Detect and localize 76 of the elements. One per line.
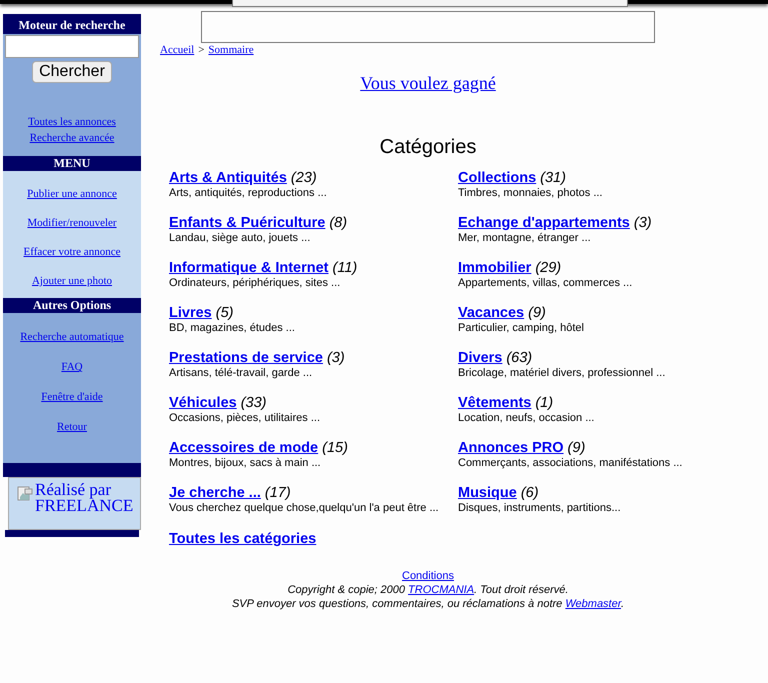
breadcrumb-separator: > — [198, 44, 204, 56]
category-description: Bricolage, matériel divers, professionnel ... — [458, 366, 666, 380]
category-link[interactable]: Vêtements — [458, 395, 532, 411]
sidebar-link[interactable]: Modifier/renouveler — [27, 217, 117, 229]
category-link[interactable]: Informatique & Internet — [169, 260, 329, 276]
category-count: (9) — [568, 440, 586, 456]
category-link[interactable]: Annonces PRO — [458, 440, 564, 456]
category-count: (1) — [535, 395, 554, 411]
section-header: MENU — [3, 156, 141, 171]
category-count: (9) — [528, 305, 546, 321]
sidebar-link[interactable]: Recherche avancée — [30, 132, 114, 144]
promo-link[interactable]: Vous voulez gagné — [360, 73, 496, 93]
category-link[interactable]: Livres — [169, 305, 212, 321]
category-description: Artisans, télé-travail, garde ... — [169, 366, 314, 380]
category-count: (17) — [264, 485, 291, 501]
copyright-text: Copyright & copie; 2000 TROCMANIA. Tout droit réservé. — [288, 583, 568, 597]
category-description: Disques, instruments, partitions... — [458, 501, 622, 515]
category-count: (31) — [540, 170, 566, 186]
category-description: Montres, bijoux, sacs à main ... — [169, 456, 322, 470]
sidebar-link[interactable]: Fenêtre d'aide — [41, 391, 103, 403]
category-link[interactable]: Immobilier — [458, 260, 532, 276]
category-count: (3) — [634, 215, 652, 231]
category-description: Timbres, monnaies, photos ... — [458, 186, 604, 200]
category-description: Appartements, villas, commerces ... — [458, 276, 634, 290]
category-link[interactable]: Prestations de service — [169, 350, 323, 366]
sidebar-link[interactable]: Toutes les annonces — [28, 116, 116, 128]
category-description: Arts, antiquités, reproductions ... — [169, 186, 328, 200]
category-link[interactable]: Véhicules — [169, 395, 237, 411]
category-count: (23) — [290, 170, 317, 186]
category-link[interactable]: Musique — [458, 485, 517, 501]
site-link[interactable]: TROCMANIA — [408, 584, 474, 596]
search-button[interactable]: Chercher — [32, 61, 112, 83]
section-header: Moteur de recherche — [3, 14, 141, 34]
sidebar-link[interactable]: Ajouter une photo — [32, 275, 112, 287]
category-count: (33) — [240, 395, 266, 411]
category-link[interactable]: Je cherche ... — [169, 485, 261, 501]
breadcrumb-link[interactable]: Accueil — [160, 44, 194, 56]
broken-image-icon — [17, 486, 33, 502]
category-description: Occasions, pièces, utilitaires ... — [169, 411, 322, 425]
conditions-link[interactable]: Conditions — [402, 569, 454, 583]
category-count: (8) — [329, 215, 348, 231]
category-count: (63) — [506, 350, 532, 366]
category-count: (15) — [322, 440, 348, 456]
category-link[interactable]: Vacances — [458, 305, 524, 321]
webmaster-link[interactable]: Webmaster — [565, 598, 621, 610]
category-description: Landau, siège auto, jouets ... — [169, 231, 312, 245]
category-description: Vous cherchez quelque chose,quelqu'un l'a peut être ... — [169, 501, 440, 515]
category-description: BD, magazines, études ... — [169, 321, 296, 335]
category-link[interactable]: Arts & Antiquités — [169, 170, 287, 186]
breadcrumb-link[interactable]: Sommaire — [208, 44, 254, 56]
sidebar-link[interactable]: Effacer votre annonce — [24, 246, 120, 258]
section-header: Autres Options — [3, 298, 141, 313]
category-count: (29) — [535, 260, 562, 276]
category-description: Location, neufs, occasion ... — [458, 411, 596, 425]
sidebar-link[interactable]: Retour — [57, 421, 87, 433]
category-link[interactable]: Accessoires de mode — [169, 440, 318, 456]
all-categories-link[interactable]: Toutes les catégories — [169, 531, 316, 547]
section-title: Catégories — [380, 136, 476, 159]
sidebar-link[interactable]: Recherche automatique — [20, 331, 124, 343]
category-count: (11) — [332, 260, 358, 276]
sidebar-link[interactable]: Publier une annonce — [27, 188, 117, 200]
category-description: Particulier, camping, hôtel — [458, 321, 585, 335]
search-field[interactable] — [5, 35, 139, 58]
category-link[interactable]: Collections — [458, 170, 536, 186]
category-count: (5) — [216, 305, 234, 321]
category-description: Commerçants, associations, maniféstations ... — [458, 456, 684, 470]
category-description: Ordinateurs, périphériques, sites ... — [169, 276, 342, 290]
category-count: (6) — [520, 485, 539, 501]
sidebar-link[interactable]: FAQ — [61, 361, 83, 373]
category-link[interactable]: Enfants & Puériculture — [169, 215, 326, 231]
credit-text: Réalisé par FREELANCE — [35, 482, 134, 514]
category-link[interactable]: Divers — [458, 350, 502, 366]
contact-text: SVP envoyer vos questions, commentaires, ou réclamations à notre Webmaster. — [232, 597, 624, 611]
category-description: Mer, montagne, étranger ... — [458, 231, 592, 245]
category-link[interactable]: Echange d'appartements — [458, 215, 630, 231]
category-count: (3) — [326, 350, 345, 366]
